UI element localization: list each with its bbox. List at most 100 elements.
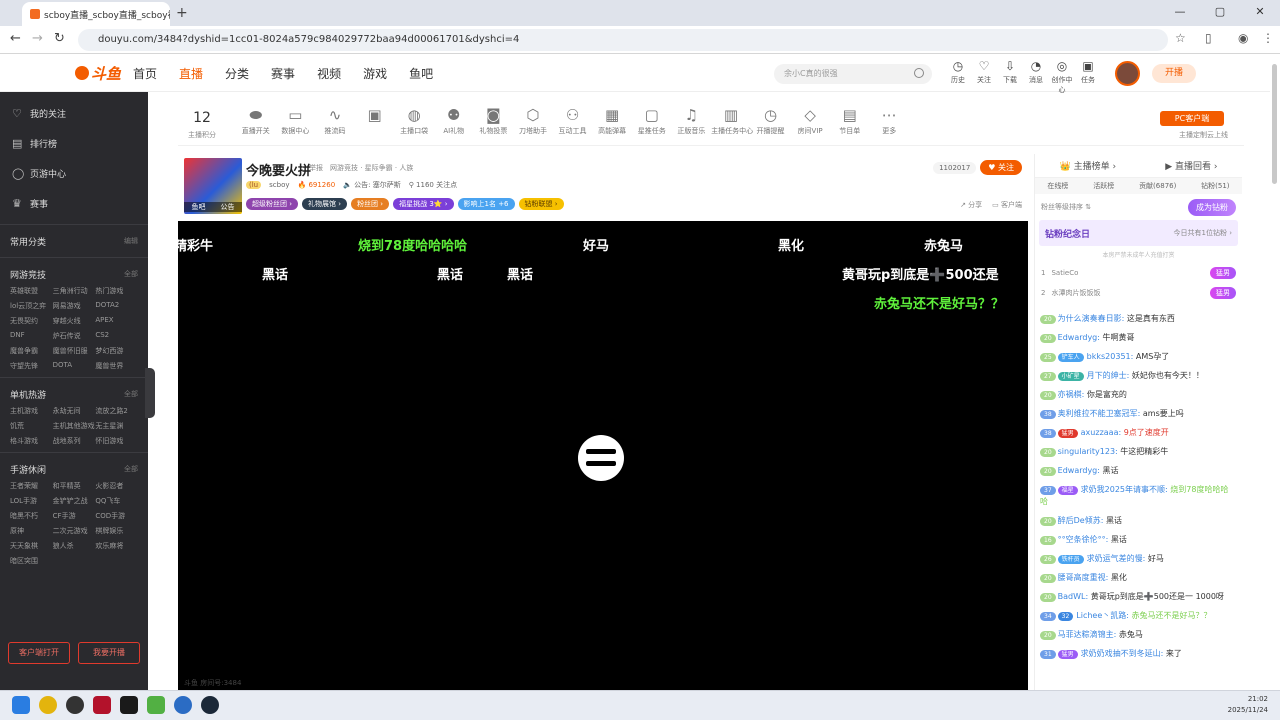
category-link[interactable]: CS2 xyxy=(95,331,138,341)
douyu-logo[interactable]: 斗鱼 xyxy=(75,62,123,84)
category-link[interactable]: 狼人杀 xyxy=(53,541,96,551)
category-link[interactable]: 王者荣耀 xyxy=(10,481,53,491)
category-link[interactable]: 热门游戏 xyxy=(95,286,138,296)
chat-username[interactable]: Edwardyg: xyxy=(1058,466,1103,475)
tab-online[interactable]: 在线榜 xyxy=(1047,181,1068,191)
sidebar-item-follow[interactable]: ♡ 我的关注 xyxy=(0,98,148,128)
toolbar-item[interactable]: ▤ 节目单 xyxy=(830,104,870,136)
room-badge[interactable]: 福星挑战 3⭐ › xyxy=(393,198,454,210)
minimize-button[interactable]: — xyxy=(1160,0,1200,26)
room-badge[interactable]: 超级粉丝团 › xyxy=(246,198,299,210)
category-link[interactable]: 无畏契约 xyxy=(10,316,53,326)
category-link[interactable]: 无主星渊 xyxy=(95,421,138,431)
chat-username[interactable]: 奥利维拉不能卫塞冠军: xyxy=(1058,409,1143,418)
category-link[interactable]: 网易游戏 xyxy=(53,301,96,311)
rank-row[interactable]: 2 水潭肉片饭饭饭 猛男 xyxy=(1035,283,1242,303)
category-link[interactable]: 格斗游戏 xyxy=(10,436,53,446)
category-link[interactable]: LOL手游 xyxy=(10,496,53,506)
room-badge[interactable]: 钻粉联盟 › xyxy=(518,198,564,210)
app-icon[interactable] xyxy=(66,696,84,714)
category-link[interactable]: 二次元游戏 xyxy=(53,526,96,536)
url-field[interactable]: douyu.com/3484?dyshid=1cc01-8024a579c984… xyxy=(78,29,1168,51)
bookmark-star-icon[interactable]: ☆ xyxy=(1175,31,1186,45)
menu-home[interactable]: 首页 xyxy=(133,65,157,82)
chat-username[interactable]: °°空条徐伦°°: xyxy=(1058,535,1111,544)
start-live-button[interactable]: 开播 xyxy=(1152,64,1196,83)
edit-link[interactable]: 编辑 xyxy=(124,236,138,246)
sidebar-item-webgames[interactable]: ◯ 页游中心 xyxy=(0,158,148,188)
maximize-button[interactable]: ▢ xyxy=(1200,0,1240,26)
see-all-link[interactable]: 全部 xyxy=(124,389,138,399)
search-input[interactable]: 余小C真的很强 xyxy=(774,64,932,84)
tool-creator[interactable]: ◎ 创作中心 xyxy=(1049,58,1075,95)
toolbar-item[interactable]: ⚉ AI礼物 xyxy=(434,104,474,136)
category-link[interactable]: 和平精英 xyxy=(53,481,96,491)
room-cover[interactable]: 鱼吧 公告 xyxy=(184,158,242,214)
category-link[interactable]: 饥荒 xyxy=(10,421,53,431)
category-link[interactable]: 金铲铲之战 xyxy=(53,496,96,506)
category-link[interactable]: COD手游 xyxy=(95,511,138,521)
toolbar-item[interactable]: ♫ 正版音乐 xyxy=(672,104,712,136)
browser-tab[interactable]: scboy直播_scboy直播_scboy视 ✕ xyxy=(22,2,170,26)
streamer-name[interactable]: scboy xyxy=(269,181,289,189)
toolbar-item[interactable]: ◷ 开播提醒 xyxy=(751,104,791,136)
menu-icon[interactable]: ⋮ xyxy=(1262,31,1274,45)
category-link[interactable]: 魔兽怀旧服 xyxy=(53,346,96,356)
chat-message[interactable]: 20 腰哥高度重视: 黑化 xyxy=(1040,569,1236,588)
cover-fishbar[interactable]: 鱼吧 xyxy=(192,202,206,212)
category-link[interactable]: 暗黑不朽 xyxy=(10,511,53,521)
chat-message[interactable]: 34 32 Lichee丶凯路: 赤兔马还不是好马？？ xyxy=(1040,607,1236,626)
scrollbar-thumb[interactable] xyxy=(1272,64,1277,184)
chat-username[interactable]: 为什么演奏春日影: xyxy=(1058,314,1127,323)
chat-message[interactable]: 20 马菲达粽滴锦主: 赤兔马 xyxy=(1040,626,1236,645)
toolbar-item[interactable]: ⬬ 直播开关 xyxy=(236,104,276,136)
category-link[interactable]: lol云顶之弈 xyxy=(10,301,53,311)
toolbar-item[interactable]: ◇ 房间VIP xyxy=(790,104,830,136)
chat-message[interactable]: 20 为什么演奏春日影: 这是真有东西 xyxy=(1040,310,1236,329)
toolbar-item[interactable]: ▢ 星推任务 xyxy=(632,104,672,136)
menu-live[interactable]: 直播 xyxy=(179,65,203,82)
chat-message[interactable]: 38 猛男 axuzzaaa: 9点了速度开 xyxy=(1040,424,1236,443)
chat-username[interactable]: 腰哥高度重视: xyxy=(1058,573,1111,582)
toolbar-item[interactable]: ◍ 主播口袋 xyxy=(394,104,434,136)
go-live-button[interactable]: 我要开播 xyxy=(78,642,140,664)
tool-follow[interactable]: ♡ 关注 xyxy=(971,58,997,95)
system-clock[interactable]: 21:02 2025/11/24 xyxy=(1228,694,1268,716)
chat-username[interactable]: 求奶运气差的慢: xyxy=(1087,554,1148,563)
category-link[interactable]: 欢乐麻将 xyxy=(95,541,138,551)
category-link[interactable]: 流放之路2 xyxy=(95,406,138,416)
toolbar-item[interactable]: ▥ 主播任务中心 xyxy=(711,104,753,136)
close-window-button[interactable]: ✕ xyxy=(1240,0,1280,26)
see-all-link[interactable]: 全部 xyxy=(124,269,138,279)
cover-notice[interactable]: 公告 xyxy=(221,202,235,212)
sidebar-item-rank[interactable]: ▤ 排行榜 xyxy=(0,128,148,158)
category-link[interactable]: APEX xyxy=(95,316,138,326)
windows-start-icon[interactable] xyxy=(12,696,30,714)
profile-icon[interactable]: ◉ xyxy=(1238,31,1248,45)
toolbar-item[interactable]: ▦ 高能弹幕 xyxy=(592,104,632,136)
category-link[interactable]: QQ飞车 xyxy=(95,496,138,506)
chat-username[interactable]: axuzzaaa: xyxy=(1081,428,1124,437)
chat-username[interactable]: 醉后De倾苏: xyxy=(1058,516,1106,525)
category-link[interactable]: 主机其他游戏 xyxy=(53,421,96,431)
category-link[interactable]: 永劫无间 xyxy=(53,406,96,416)
open-client-button[interactable]: 客户端打开 xyxy=(8,642,70,664)
menu-fishbar[interactable]: 鱼吧 xyxy=(409,65,433,82)
menu-video[interactable]: 视频 xyxy=(317,65,341,82)
category-link[interactable]: DOTA xyxy=(53,361,96,371)
chat-username[interactable]: 亦祸棋: xyxy=(1058,390,1087,399)
become-diamond-button[interactable]: 成为钻粉 xyxy=(1188,198,1236,216)
pc-client-button[interactable]: PC客户端 xyxy=(1160,111,1224,126)
room-tags[interactable]: 举报 网游竞技 · 星际争霸 · 人族 xyxy=(309,163,413,173)
tab-contribution[interactable]: 贡献(6876) xyxy=(1139,181,1176,191)
toolbar-item[interactable]: ▭ 数据中心 xyxy=(276,104,316,136)
menu-games[interactable]: 游戏 xyxy=(363,65,387,82)
category-link[interactable]: 炉石传说 xyxy=(53,331,96,341)
chat-message[interactable]: 20 亦祸棋: 你是富充的 xyxy=(1040,386,1236,405)
see-all-link[interactable]: 全部 xyxy=(124,464,138,474)
category-link[interactable]: DOTA2 xyxy=(95,301,138,311)
chat-username[interactable]: 求奶我2025年请事不顺: xyxy=(1081,485,1171,494)
chat-message[interactable]: 31 猛男 求奶奶戏抽不到冬延山: 来了 xyxy=(1040,645,1236,664)
category-link[interactable]: 战地系列 xyxy=(53,436,96,446)
category-link[interactable]: 魔兽世界 xyxy=(95,361,138,371)
